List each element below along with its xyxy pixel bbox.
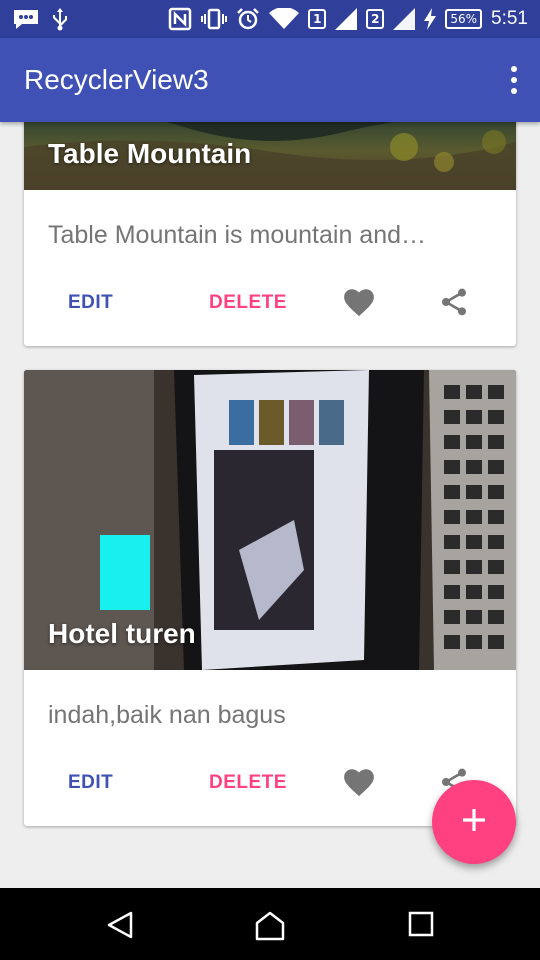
delete-button[interactable]: DELETE bbox=[209, 772, 287, 794]
card-title: Hotel turen bbox=[48, 618, 196, 649]
sim2-indicator: 2 bbox=[366, 9, 385, 29]
recycler-list[interactable]: Table Mountain Table Mountain is mountai… bbox=[0, 122, 540, 888]
app-title: RecyclerView3 bbox=[24, 64, 209, 95]
heart-icon[interactable] bbox=[342, 286, 376, 322]
vibrate-icon bbox=[201, 8, 228, 30]
navigation-bar bbox=[0, 888, 540, 960]
edit-button[interactable]: EDIT bbox=[68, 292, 113, 314]
share-icon[interactable] bbox=[438, 286, 470, 322]
nfc-icon bbox=[168, 7, 192, 31]
messages-icon bbox=[12, 8, 40, 30]
battery-icon: 56% bbox=[445, 9, 483, 29]
clock: 5:51 bbox=[491, 8, 528, 29]
signal-icon bbox=[393, 8, 416, 30]
alarm-icon bbox=[236, 7, 260, 31]
charging-icon bbox=[424, 8, 437, 30]
card-table-mountain: Table Mountain Table Mountain is mountai… bbox=[24, 122, 516, 346]
recents-icon[interactable] bbox=[407, 910, 435, 942]
usb-icon bbox=[50, 7, 70, 31]
wifi-icon bbox=[269, 8, 300, 30]
add-icon bbox=[461, 807, 487, 837]
card-hotel-turen: Hotel turen indah,baik nan bagus EDIT DE… bbox=[24, 370, 516, 826]
status-bar: 1 2 56% 5:51 bbox=[0, 0, 540, 38]
card-image: Table Mountain bbox=[24, 122, 516, 190]
card-image: Hotel turen bbox=[24, 370, 516, 670]
card-description: Table Mountain is mountain and… bbox=[48, 220, 427, 249]
signal-icon bbox=[335, 8, 358, 30]
sim1-indicator: 1 bbox=[308, 9, 327, 29]
add-fab-button[interactable] bbox=[432, 780, 516, 864]
edit-button[interactable]: EDIT bbox=[68, 772, 113, 794]
delete-button[interactable]: DELETE bbox=[209, 292, 287, 314]
card-actions: EDIT DELETE bbox=[24, 280, 516, 346]
app-bar: RecyclerView3 bbox=[0, 38, 540, 122]
card-description: indah,baik nan bagus bbox=[48, 700, 286, 729]
more-vert-icon[interactable] bbox=[508, 66, 520, 94]
card-title: Table Mountain bbox=[48, 138, 252, 169]
heart-icon[interactable] bbox=[342, 766, 376, 802]
back-icon[interactable] bbox=[106, 910, 134, 944]
home-icon[interactable] bbox=[254, 910, 286, 946]
